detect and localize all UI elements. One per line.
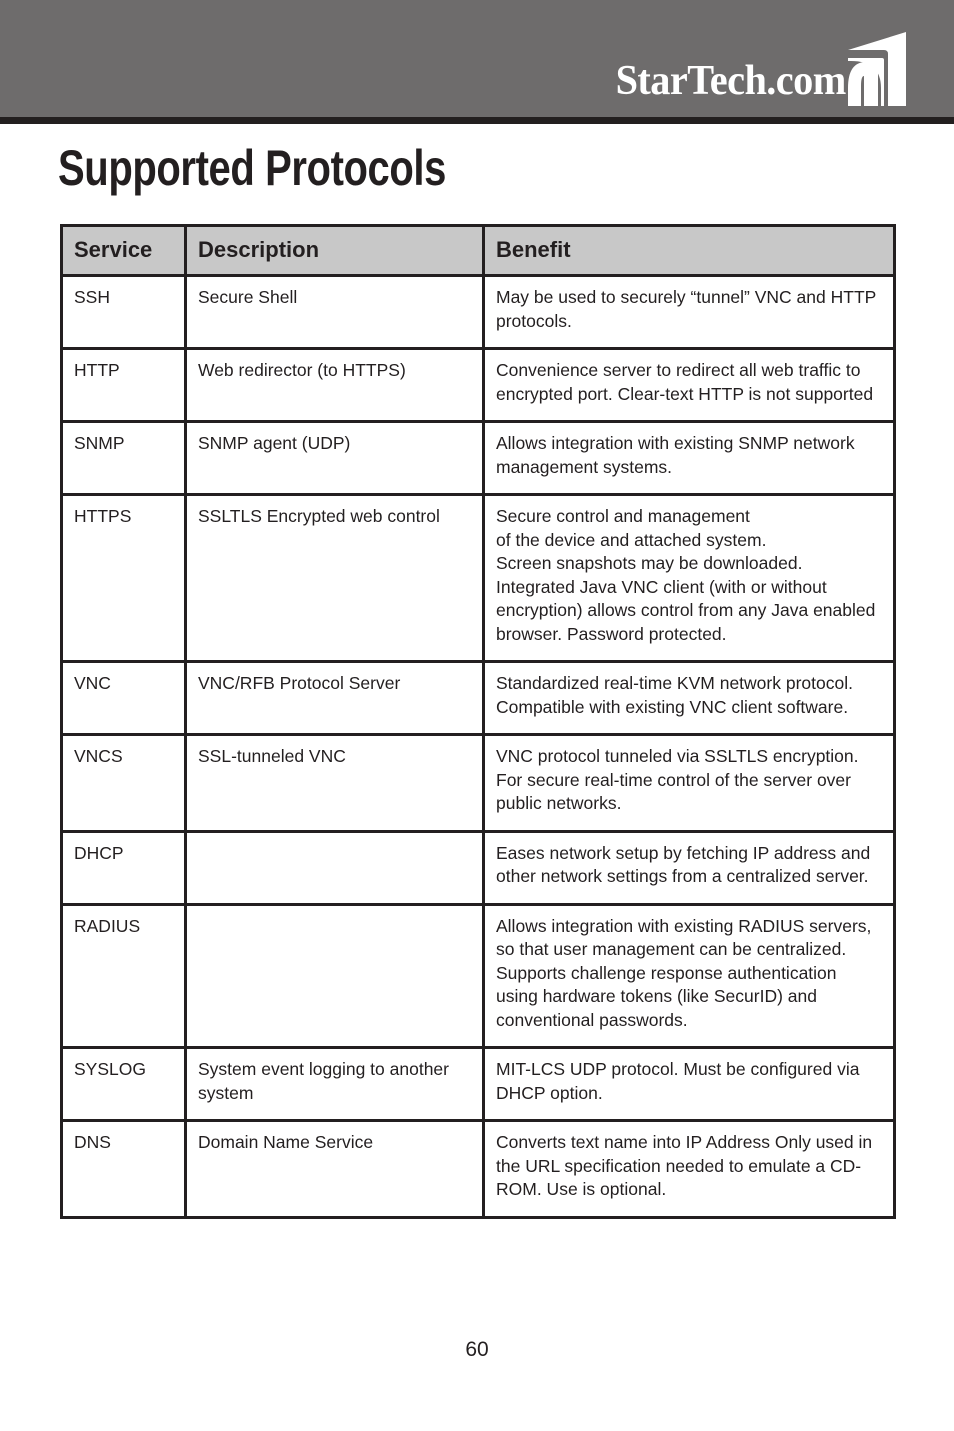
- header-divider-rule: [0, 117, 954, 124]
- benefit-text: Allows integration with existing RADIUS …: [496, 915, 872, 1030]
- benefit-text: Convenience server to redirect all web t…: [496, 360, 874, 404]
- benefit-text: VNC protocol tunneled via SSLTLS encrypt…: [496, 746, 859, 813]
- description-text: SSL-tunneled VNC: [198, 746, 346, 766]
- cell-description: Web redirector (to HTTPS): [184, 347, 485, 423]
- cell-description: [184, 829, 485, 906]
- service-name: SYSLOG: [74, 1059, 146, 1079]
- cell-benefit: May be used to securely “tunnel” VNC and…: [482, 274, 896, 350]
- cell-service: RADIUS: [60, 902, 187, 1049]
- cell-benefit: Allows integration with existing SNMP ne…: [482, 420, 896, 496]
- cell-service: HTTPS: [60, 493, 187, 663]
- cell-description: Domain Name Service: [184, 1119, 485, 1219]
- service-name: DNS: [74, 1132, 111, 1152]
- cell-description: VNC/RFB Protocol Server: [184, 660, 485, 736]
- table-row: HTTP Web redirector (to HTTPS) Convenien…: [60, 347, 896, 423]
- cell-description: SSLTLS Encrypted web control: [184, 493, 485, 663]
- benefit-text: Standardized real-time KVM network proto…: [496, 673, 853, 717]
- service-name: DHCP: [74, 842, 124, 863]
- benefit-text: Secure control and management of the dev…: [496, 506, 876, 644]
- page-title: Supported Protocols: [58, 140, 446, 196]
- description-text: Secure Shell: [198, 287, 298, 307]
- description-text: Web redirector (to HTTPS): [198, 360, 406, 380]
- cell-description: System event logging to another system: [184, 1046, 485, 1122]
- cell-service: HTTP: [60, 347, 187, 423]
- column-header-service: Service: [60, 224, 187, 277]
- table-row: VNCS SSL-tunneled VNC VNC protocol tunne…: [60, 733, 896, 833]
- table-row: DNS Domain Name Service Converts text na…: [60, 1119, 896, 1219]
- table-row: DHCP Eases network setup by fetching IP …: [60, 829, 896, 906]
- cell-service: VNC: [60, 660, 187, 736]
- service-name: VNCS: [74, 746, 123, 766]
- table-row: RADIUS Allows integration with existing …: [60, 902, 896, 1049]
- service-name: SNMP: [74, 433, 125, 453]
- cell-benefit: Converts text name into IP Address Only …: [482, 1119, 896, 1219]
- startech-logo: StarTech.com: [606, 32, 906, 106]
- cell-service: SNMP: [60, 420, 187, 496]
- page-number: 60: [465, 1338, 489, 1361]
- cell-benefit: Allows integration with existing RADIUS …: [482, 902, 896, 1049]
- description-text: VNC/RFB Protocol Server: [198, 673, 401, 693]
- table-row: SSH Secure Shell May be used to securely…: [60, 274, 896, 350]
- service-name: RADIUS: [74, 915, 141, 936]
- cell-benefit: Convenience server to redirect all web t…: [482, 347, 896, 423]
- supported-protocols-table: Service Description Benefit SSH Secure S…: [60, 224, 896, 1219]
- table-header-row: Service Description Benefit: [60, 224, 896, 277]
- column-header-benefit: Benefit: [482, 224, 896, 277]
- cell-service: SYSLOG: [60, 1046, 187, 1122]
- table-body: SSH Secure Shell May be used to securely…: [60, 274, 896, 1219]
- table-row: SYSLOG System event logging to another s…: [60, 1046, 896, 1122]
- service-name: HTTP: [74, 360, 120, 380]
- startech-wordmark: StarTech.com: [615, 58, 847, 104]
- description-text: SSLTLS Encrypted web control: [198, 506, 440, 526]
- service-name: SSH: [74, 287, 110, 307]
- description-text: SNMP agent (UDP): [198, 433, 351, 453]
- benefit-text: MIT-LCS UDP protocol. Must be configured…: [496, 1059, 860, 1103]
- cell-description: [184, 902, 485, 1049]
- cell-service: VNCS: [60, 733, 187, 833]
- startech-swoosh-icon: [848, 32, 906, 106]
- table-row: SNMP SNMP agent (UDP) Allows integration…: [60, 420, 896, 496]
- cell-description: Secure Shell: [184, 274, 485, 350]
- table-row: VNC VNC/RFB Protocol Server Standardized…: [60, 660, 896, 736]
- cell-description: SSL-tunneled VNC: [184, 733, 485, 833]
- column-header-description: Description: [184, 224, 485, 277]
- cell-benefit: VNC protocol tunneled via SSLTLS encrypt…: [482, 733, 896, 833]
- cell-service: DHCP: [60, 829, 187, 906]
- cell-service: DNS: [60, 1119, 187, 1219]
- cell-benefit: Eases network setup by fetching IP addre…: [482, 829, 896, 906]
- benefit-text: Eases network setup by fetching IP addre…: [496, 842, 871, 887]
- description-text: System event logging to another system: [198, 1059, 449, 1103]
- description-text: Domain Name Service: [198, 1132, 374, 1152]
- cell-service: SSH: [60, 274, 187, 350]
- cell-description: SNMP agent (UDP): [184, 420, 485, 496]
- table-row: HTTPS SSLTLS Encrypted web control Secur…: [60, 493, 896, 663]
- cell-benefit: Secure control and management of the dev…: [482, 493, 896, 663]
- benefit-text: May be used to securely “tunnel” VNC and…: [496, 287, 876, 331]
- service-name: VNC: [74, 673, 111, 693]
- service-name: HTTPS: [74, 506, 132, 526]
- cell-benefit: MIT-LCS UDP protocol. Must be configured…: [482, 1046, 896, 1122]
- cell-benefit: Standardized real-time KVM network proto…: [482, 660, 896, 736]
- benefit-text: Converts text name into IP Address Only …: [496, 1132, 873, 1199]
- benefit-text: Allows integration with existing SNMP ne…: [496, 433, 855, 477]
